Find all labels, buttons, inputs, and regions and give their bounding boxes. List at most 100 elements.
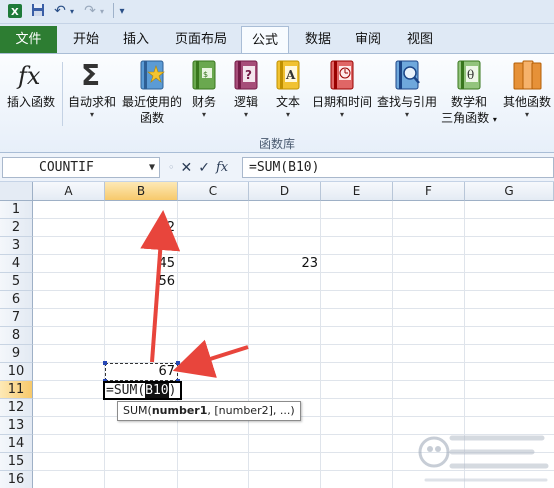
datetime-book-icon [326, 58, 358, 92]
date-time-button[interactable]: 日期和时间 ▾ [308, 58, 376, 120]
tab-insert[interactable]: 插入 [114, 26, 158, 53]
select-all-corner[interactable] [0, 182, 33, 201]
autosum-button[interactable]: Σ 自动求和 ▾ [64, 58, 120, 120]
column-header-e[interactable]: E [321, 182, 393, 201]
row-header-13[interactable]: 13 [0, 417, 33, 435]
row-header-6[interactable]: 6 [0, 291, 33, 309]
row-header-2[interactable]: 2 [0, 219, 33, 237]
cell-b5[interactable]: 56 [105, 273, 178, 291]
tooltip-function-name[interactable]: SUM( [123, 404, 152, 417]
row-header-12[interactable]: 12 [0, 399, 33, 417]
quick-access-toolbar: X ↶ ▾ ↷ ▾ ▾ [0, 0, 554, 24]
expand-handle-icon[interactable]: ◦ [168, 161, 175, 174]
more-functions-button[interactable]: 其他函数 ▾ [500, 58, 554, 120]
chevron-down-icon: ▾ [201, 110, 206, 119]
formula-prefix: =SUM( [106, 383, 146, 398]
column-header-a[interactable]: A [33, 182, 105, 201]
column-gridline [248, 201, 249, 488]
tab-data[interactable]: 数据 [296, 26, 340, 53]
enter-icon[interactable]: ✓ [198, 160, 210, 176]
text-button[interactable]: A 文本 ▾ [268, 58, 308, 120]
sigma-icon: Σ [76, 58, 108, 92]
baidu-jingyan-watermark [418, 435, 549, 482]
ribbon-tabs: 文件 开始 插入 页面布局 公式 数据 审阅 视图 [0, 24, 554, 54]
chevron-down-icon: ▾ [243, 110, 248, 119]
insert-function-button[interactable]: fx 插入函数 [2, 58, 60, 110]
row-header-3[interactable]: 3 [0, 237, 33, 255]
cell-b2[interactable]: 12 [105, 219, 178, 237]
tab-view[interactable]: 视图 [398, 26, 442, 53]
cell-d4[interactable]: 23 [249, 255, 321, 273]
row-header-9[interactable]: 9 [0, 345, 33, 363]
svg-text:$: $ [203, 70, 208, 79]
formula-reference: B10 [145, 383, 169, 398]
chevron-down-icon: ▾ [339, 110, 344, 119]
tab-review[interactable]: 审阅 [346, 26, 390, 53]
ribbon-function-library: fx 插入函数 Σ 自动求和 ▾ 最近使用的 函数 $ 财务 ▾ ? 逻辑 ▾ … [0, 53, 554, 153]
lookup-reference-button[interactable]: 查找与引用 ▾ [376, 58, 438, 120]
resize-handle[interactable] [176, 361, 180, 365]
svg-text:X: X [11, 7, 19, 18]
chevron-down-icon: ▾ [492, 115, 497, 124]
svg-text:θ: θ [467, 68, 474, 82]
formula-bar: COUNTIF ▼ ◦ ✕ ✓ fx =SUM(B10) [0, 153, 554, 182]
row-header-4[interactable]: 4 [0, 255, 33, 273]
tooltip-other-arguments: , [number2], ...) [207, 404, 295, 417]
tab-page-layout[interactable]: 页面布局 [168, 26, 234, 53]
row-header-14[interactable]: 14 [0, 435, 33, 453]
financial-button[interactable]: $ 财务 ▾ [184, 58, 224, 120]
undo-dropdown-icon[interactable]: ▾ [68, 3, 76, 20]
save-icon[interactable] [30, 3, 46, 20]
row-header-1[interactable]: 1 [0, 201, 33, 219]
column-header-f[interactable]: F [393, 182, 465, 201]
customize-qat-icon[interactable]: ▾ [117, 3, 127, 20]
row-header-11[interactable]: 11 [0, 381, 33, 399]
formula-suffix: ) [168, 383, 177, 398]
cell-b3[interactable]: 24 [105, 237, 178, 255]
cell-b4[interactable]: 45 [105, 255, 178, 273]
cell-b11-editor[interactable]: =SUM(B10) [103, 381, 182, 400]
logic-book-icon: ? [230, 58, 262, 92]
tab-file[interactable]: 文件 [0, 26, 57, 53]
tab-home[interactable]: 开始 [64, 26, 108, 53]
row-header-16[interactable]: 16 [0, 471, 33, 488]
column-gridline [392, 201, 393, 488]
fx-icon: fx [15, 58, 47, 92]
column-header-d[interactable]: D [249, 182, 321, 201]
name-box[interactable]: COUNTIF ▼ [2, 157, 160, 178]
tab-formulas[interactable]: 公式 [241, 26, 289, 54]
row-header-8[interactable]: 8 [0, 327, 33, 345]
recent-functions-button[interactable]: 最近使用的 函数 [120, 58, 184, 126]
column-gridline [320, 201, 321, 488]
ribbon-separator [62, 62, 63, 126]
row-header-7[interactable]: 7 [0, 309, 33, 327]
row-header-5[interactable]: 5 [0, 273, 33, 291]
resize-handle[interactable] [103, 361, 107, 365]
ribbon-group-label: 函数库 [258, 137, 295, 151]
redo-dropdown-icon: ▾ [99, 7, 104, 16]
function-tooltip: SUM(number1, [number2], ...) [117, 401, 301, 421]
formula-input[interactable]: =SUM(B10) [242, 157, 554, 178]
row-header-10[interactable]: 10 [0, 363, 33, 381]
qat-separator [113, 3, 114, 18]
chevron-down-icon[interactable]: ▼ [149, 158, 155, 177]
lookup-book-icon [391, 58, 423, 92]
insert-function-icon[interactable]: fx [216, 160, 228, 175]
row-gridline [33, 308, 554, 309]
column-header-g[interactable]: G [465, 182, 554, 201]
excel-app-icon[interactable]: X [6, 3, 24, 20]
svg-text:fx: fx [16, 62, 41, 90]
chevron-down-icon: ▾ [89, 110, 94, 119]
cancel-icon[interactable]: ✕ [181, 160, 193, 176]
chevron-down-icon: ▾ [524, 110, 529, 119]
formula-buttons: ◦ ✕ ✓ fx [168, 157, 228, 178]
column-header-b[interactable]: B [105, 182, 178, 201]
column-header-c[interactable]: C [178, 182, 249, 201]
redo-icon: ↷ [84, 3, 96, 19]
undo-icon[interactable]: ↶ [52, 3, 68, 20]
svg-text:?: ? [245, 68, 252, 82]
math-trig-button[interactable]: θ 数学和 三角函数 ▾ [440, 58, 498, 128]
row-header-15[interactable]: 15 [0, 453, 33, 471]
row-gridline [33, 344, 554, 345]
logical-button[interactable]: ? 逻辑 ▾ [226, 58, 266, 120]
